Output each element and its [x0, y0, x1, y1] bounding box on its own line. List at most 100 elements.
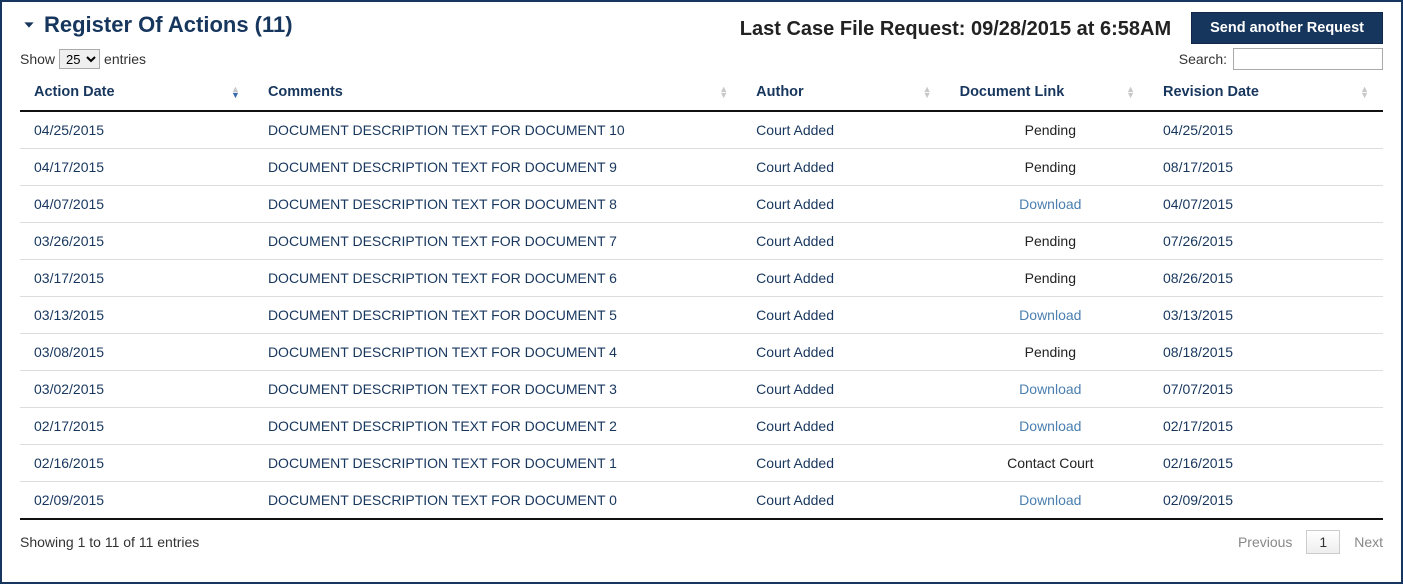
cell-author: Court Added: [742, 111, 945, 149]
register-of-actions-panel: Register Of Actions (11) Last Case File …: [0, 0, 1403, 584]
page-number-button[interactable]: 1: [1306, 530, 1340, 554]
cell-action-date: 03/08/2015: [20, 334, 254, 371]
download-link[interactable]: Download: [1019, 418, 1081, 434]
cell-document-link: Pending: [946, 149, 1149, 186]
cell-comments: DOCUMENT DESCRIPTION TEXT FOR DOCUMENT 3: [254, 371, 742, 408]
pagination: Previous 1 Next: [1238, 530, 1383, 554]
cell-comments: DOCUMENT DESCRIPTION TEXT FOR DOCUMENT 1…: [254, 111, 742, 149]
sort-icon: ▲▼: [1126, 86, 1135, 98]
table-row: 03/17/2015DOCUMENT DESCRIPTION TEXT FOR …: [20, 260, 1383, 297]
table-row: 04/17/2015DOCUMENT DESCRIPTION TEXT FOR …: [20, 149, 1383, 186]
entries-length-control: Show 25 entries: [20, 49, 146, 69]
cell-document-link: Pending: [946, 334, 1149, 371]
table-row: 03/13/2015DOCUMENT DESCRIPTION TEXT FOR …: [20, 297, 1383, 334]
col-header-author[interactable]: Author ▲▼: [742, 74, 945, 111]
cell-author: Court Added: [742, 297, 945, 334]
download-link[interactable]: Download: [1019, 381, 1081, 397]
col-header-label: Author: [756, 84, 804, 100]
cell-action-date: 02/17/2015: [20, 408, 254, 445]
actions-table: Action Date ▲▼ Comments ▲▼ Author ▲▼ Doc…: [20, 74, 1383, 520]
col-header-label: Comments: [268, 84, 343, 100]
show-label-prefix: Show: [20, 51, 55, 67]
cell-action-date: 04/17/2015: [20, 149, 254, 186]
cell-revision-date: 04/25/2015: [1149, 111, 1383, 149]
col-header-revision-date[interactable]: Revision Date ▲▼: [1149, 74, 1383, 111]
cell-comments: DOCUMENT DESCRIPTION TEXT FOR DOCUMENT 5: [254, 297, 742, 334]
cell-action-date: 02/09/2015: [20, 482, 254, 520]
chevron-down-icon[interactable]: [20, 16, 38, 34]
sort-icon: ▲▼: [719, 86, 728, 98]
cell-document-link: Pending: [946, 223, 1149, 260]
cell-document-link: Download: [946, 408, 1149, 445]
cell-document-link: Download: [946, 371, 1149, 408]
cell-comments: DOCUMENT DESCRIPTION TEXT FOR DOCUMENT 4: [254, 334, 742, 371]
table-row: 02/09/2015DOCUMENT DESCRIPTION TEXT FOR …: [20, 482, 1383, 520]
col-header-label: Action Date: [34, 84, 115, 100]
cell-revision-date: 08/26/2015: [1149, 260, 1383, 297]
cell-author: Court Added: [742, 445, 945, 482]
cell-author: Court Added: [742, 334, 945, 371]
download-link[interactable]: Download: [1019, 492, 1081, 508]
cell-revision-date: 07/07/2015: [1149, 371, 1383, 408]
table-row: 03/02/2015DOCUMENT DESCRIPTION TEXT FOR …: [20, 371, 1383, 408]
search-input[interactable]: [1233, 48, 1383, 70]
table-row: 02/17/2015DOCUMENT DESCRIPTION TEXT FOR …: [20, 408, 1383, 445]
document-status: Pending: [1025, 159, 1076, 175]
cell-author: Court Added: [742, 149, 945, 186]
next-page-button[interactable]: Next: [1354, 534, 1383, 550]
cell-action-date: 03/13/2015: [20, 297, 254, 334]
panel-title: Register Of Actions (11): [44, 12, 293, 38]
cell-author: Court Added: [742, 482, 945, 520]
table-row: 04/07/2015DOCUMENT DESCRIPTION TEXT FOR …: [20, 186, 1383, 223]
cell-action-date: 04/07/2015: [20, 186, 254, 223]
cell-action-date: 03/17/2015: [20, 260, 254, 297]
cell-comments: DOCUMENT DESCRIPTION TEXT FOR DOCUMENT 2: [254, 408, 742, 445]
cell-comments: DOCUMENT DESCRIPTION TEXT FOR DOCUMENT 6: [254, 260, 742, 297]
cell-revision-date: 08/17/2015: [1149, 149, 1383, 186]
cell-comments: DOCUMENT DESCRIPTION TEXT FOR DOCUMENT 8: [254, 186, 742, 223]
cell-revision-date: 02/16/2015: [1149, 445, 1383, 482]
send-another-request-button[interactable]: Send another Request: [1191, 12, 1383, 44]
cell-author: Court Added: [742, 371, 945, 408]
table-row: 04/25/2015DOCUMENT DESCRIPTION TEXT FOR …: [20, 111, 1383, 149]
cell-comments: DOCUMENT DESCRIPTION TEXT FOR DOCUMENT 9: [254, 149, 742, 186]
cell-revision-date: 08/18/2015: [1149, 334, 1383, 371]
cell-revision-date: 07/26/2015: [1149, 223, 1383, 260]
cell-document-link: Contact Court: [946, 445, 1149, 482]
cell-revision-date: 03/13/2015: [1149, 297, 1383, 334]
download-link[interactable]: Download: [1019, 307, 1081, 323]
document-status: Contact Court: [1007, 455, 1093, 471]
col-header-label: Revision Date: [1163, 84, 1259, 100]
cell-document-link: Download: [946, 482, 1149, 520]
cell-action-date: 03/26/2015: [20, 223, 254, 260]
last-request-text: Last Case File Request: 09/28/2015 at 6:…: [740, 16, 1171, 41]
previous-page-button[interactable]: Previous: [1238, 534, 1292, 550]
cell-document-link: Download: [946, 186, 1149, 223]
document-status: Pending: [1025, 270, 1076, 286]
col-header-action-date[interactable]: Action Date ▲▼: [20, 74, 254, 111]
col-header-comments[interactable]: Comments ▲▼: [254, 74, 742, 111]
sort-icon: ▲▼: [1360, 86, 1369, 98]
cell-action-date: 03/02/2015: [20, 371, 254, 408]
col-header-label: Document Link: [960, 84, 1065, 100]
cell-action-date: 04/25/2015: [20, 111, 254, 149]
entries-select[interactable]: 25: [59, 49, 100, 69]
col-header-document-link[interactable]: Document Link ▲▼: [946, 74, 1149, 111]
cell-comments: DOCUMENT DESCRIPTION TEXT FOR DOCUMENT 7: [254, 223, 742, 260]
document-status: Pending: [1025, 122, 1076, 138]
cell-revision-date: 02/17/2015: [1149, 408, 1383, 445]
cell-comments: DOCUMENT DESCRIPTION TEXT FOR DOCUMENT 0: [254, 482, 742, 520]
table-row: 03/26/2015DOCUMENT DESCRIPTION TEXT FOR …: [20, 223, 1383, 260]
sort-icon: ▲▼: [923, 86, 932, 98]
show-label-suffix: entries: [104, 51, 146, 67]
cell-comments: DOCUMENT DESCRIPTION TEXT FOR DOCUMENT 1: [254, 445, 742, 482]
cell-author: Court Added: [742, 408, 945, 445]
cell-author: Court Added: [742, 260, 945, 297]
cell-revision-date: 02/09/2015: [1149, 482, 1383, 520]
table-info: Showing 1 to 11 of 11 entries: [20, 534, 199, 550]
download-link[interactable]: Download: [1019, 196, 1081, 212]
cell-document-link: Download: [946, 297, 1149, 334]
document-status: Pending: [1025, 344, 1076, 360]
table-row: 03/08/2015DOCUMENT DESCRIPTION TEXT FOR …: [20, 334, 1383, 371]
cell-revision-date: 04/07/2015: [1149, 186, 1383, 223]
